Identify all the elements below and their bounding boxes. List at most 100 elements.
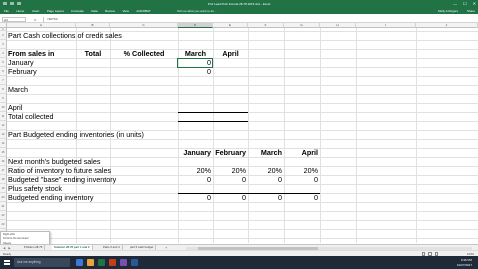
windows-taskbar: Ask me anything 9:36 PM 10/27/2017 <box>0 256 478 269</box>
row-header[interactable]: 7 <box>0 76 7 85</box>
gridline <box>7 85 478 86</box>
row-header[interactable]: 12 <box>0 121 7 130</box>
pct-collected-header[interactable]: % Collected <box>110 49 178 58</box>
base-inventory-label[interactable]: Budgeted "base" ending inventory <box>8 175 116 184</box>
total-double-underline <box>178 121 248 122</box>
tell-me-search[interactable]: Tell me what you want to do... <box>177 9 217 13</box>
row-header[interactable]: 10 <box>0 103 7 112</box>
row-header[interactable]: 20 <box>0 193 7 202</box>
tab-formulas[interactable]: Formulas <box>71 9 84 13</box>
row-header[interactable]: 17 <box>0 166 7 175</box>
name-box[interactable]: A4 <box>2 17 26 22</box>
system-tray-clock[interactable]: 9:36 PM 10/27/2017 <box>457 258 472 267</box>
taskbar-apps <box>76 259 138 266</box>
ending-inventory-value[interactable]: 0 <box>284 193 318 202</box>
row-header[interactable]: 15 <box>0 148 7 157</box>
tab-review[interactable]: Review <box>105 9 115 13</box>
total-header[interactable]: Total <box>76 49 110 58</box>
taskbar-app-icon[interactable] <box>76 259 83 266</box>
row-header[interactable]: 11 <box>0 112 7 121</box>
taskbar-search[interactable]: Ask me anything <box>14 258 70 267</box>
taskbar-app-icon[interactable] <box>120 259 127 266</box>
page-layout-view-icon[interactable] <box>428 252 432 256</box>
april-label[interactable]: April <box>8 103 22 112</box>
month-header-march[interactable]: March <box>248 148 282 157</box>
from-sales-in-label[interactable]: From sales in <box>8 49 54 58</box>
title-bar: Prof Lead Prob Format 28-78 2015.xlsx - … <box>0 0 478 7</box>
part1-title[interactable]: Part Cash collections of credit sales <box>8 31 122 40</box>
january-march-value[interactable]: 0 <box>178 58 211 67</box>
row-header[interactable]: 2 <box>0 31 7 40</box>
gridline <box>7 67 478 68</box>
base-inventory-value[interactable]: 0 <box>213 175 246 184</box>
user-name[interactable]: Molly A Rogers <box>438 9 458 13</box>
maximize-button[interactable]: ☐ <box>463 1 467 6</box>
windows-start-icon[interactable] <box>4 259 10 266</box>
february-label[interactable]: February <box>8 67 37 76</box>
ending-inventory-label[interactable]: Budgeted ending inventory <box>8 193 94 202</box>
ending-inventory-value[interactable]: 0 <box>178 193 211 202</box>
ratio-label[interactable]: Ratio of inventory to future sales <box>8 166 111 175</box>
base-inventory-value[interactable]: 0 <box>178 175 211 184</box>
ratio-value[interactable]: 20% <box>284 166 318 175</box>
row-header[interactable]: 22 <box>0 211 7 220</box>
worksheet-grid[interactable]: Part Cash collections of credit sales Fr… <box>7 28 478 243</box>
march-label[interactable]: March <box>8 85 28 94</box>
fx-icon[interactable]: fx <box>34 18 36 22</box>
row-header[interactable]: 9 <box>0 94 7 103</box>
tab-acrobat[interactable]: ACROBAT <box>136 9 150 13</box>
ending-inventory-value[interactable]: 0 <box>213 193 246 202</box>
month-header-february[interactable]: February <box>213 148 246 157</box>
minimize-button[interactable]: — <box>453 1 457 6</box>
taskbar-app-icon[interactable] <box>87 259 94 266</box>
row-header[interactable]: 6 <box>0 67 7 76</box>
total-collected-label[interactable]: Total collected <box>8 112 54 121</box>
gridline <box>7 211 478 212</box>
close-button[interactable]: ✕ <box>473 1 476 6</box>
taskbar-app-icon[interactable] <box>131 259 138 266</box>
normal-view-icon[interactable] <box>421 252 425 256</box>
tab-view[interactable]: View <box>122 9 128 13</box>
tab-home[interactable]: Home <box>16 9 24 13</box>
taskbar-app-icon[interactable] <box>109 259 116 266</box>
share-button[interactable]: Share <box>467 9 475 13</box>
safety-stock-label[interactable]: Plus safety stock <box>8 184 62 193</box>
tab-page-layout[interactable]: Page Layout <box>47 9 64 13</box>
ending-inventory-value[interactable]: 0 <box>248 193 282 202</box>
january-label[interactable]: January <box>8 58 34 67</box>
tab-data[interactable]: Data <box>91 9 97 13</box>
row-header[interactable]: 23 <box>0 220 7 229</box>
ratio-value[interactable]: 20% <box>213 166 246 175</box>
gridline <box>7 184 478 185</box>
row-header[interactable]: 13 <box>0 130 7 139</box>
row-header[interactable]: 19 <box>0 184 7 193</box>
row-header[interactable]: 8 <box>0 85 7 94</box>
row-header[interactable]: 14 <box>0 139 7 148</box>
base-inventory-value[interactable]: 0 <box>248 175 282 184</box>
row-header[interactable]: 4 <box>0 49 7 58</box>
april-header[interactable]: April <box>213 49 248 58</box>
gridline <box>7 229 478 230</box>
ratio-value[interactable]: 20% <box>248 166 282 175</box>
ratio-value[interactable]: 20% <box>178 166 211 175</box>
month-header-january[interactable]: January <box>178 148 211 157</box>
row-header[interactable]: 16 <box>0 157 7 166</box>
gridline <box>7 58 478 59</box>
gridline <box>7 202 478 203</box>
march-header[interactable]: March <box>178 49 213 58</box>
tab-insert[interactable]: Insert <box>32 9 40 13</box>
tab-file[interactable]: File <box>4 9 9 13</box>
row-header[interactable]: 18 <box>0 175 7 184</box>
row-header[interactable]: 3 <box>0 40 7 49</box>
row-header[interactable]: 21 <box>0 202 7 211</box>
part2-title[interactable]: Part Budgeted ending inventories (in uni… <box>8 130 144 139</box>
taskbar-app-icon[interactable] <box>98 259 105 266</box>
formula-input[interactable]: =D4*C4 <box>43 17 475 22</box>
row-header[interactable]: 5 <box>0 58 7 67</box>
month-header-april[interactable]: April <box>284 148 318 157</box>
next-month-sales-label[interactable]: Next month's budgeted sales <box>8 157 100 166</box>
february-march-value[interactable]: 0 <box>178 67 211 76</box>
page-break-view-icon[interactable] <box>434 252 438 256</box>
base-inventory-value[interactable]: 0 <box>284 175 318 184</box>
clock-date: 10/27/2017 <box>456 262 472 267</box>
